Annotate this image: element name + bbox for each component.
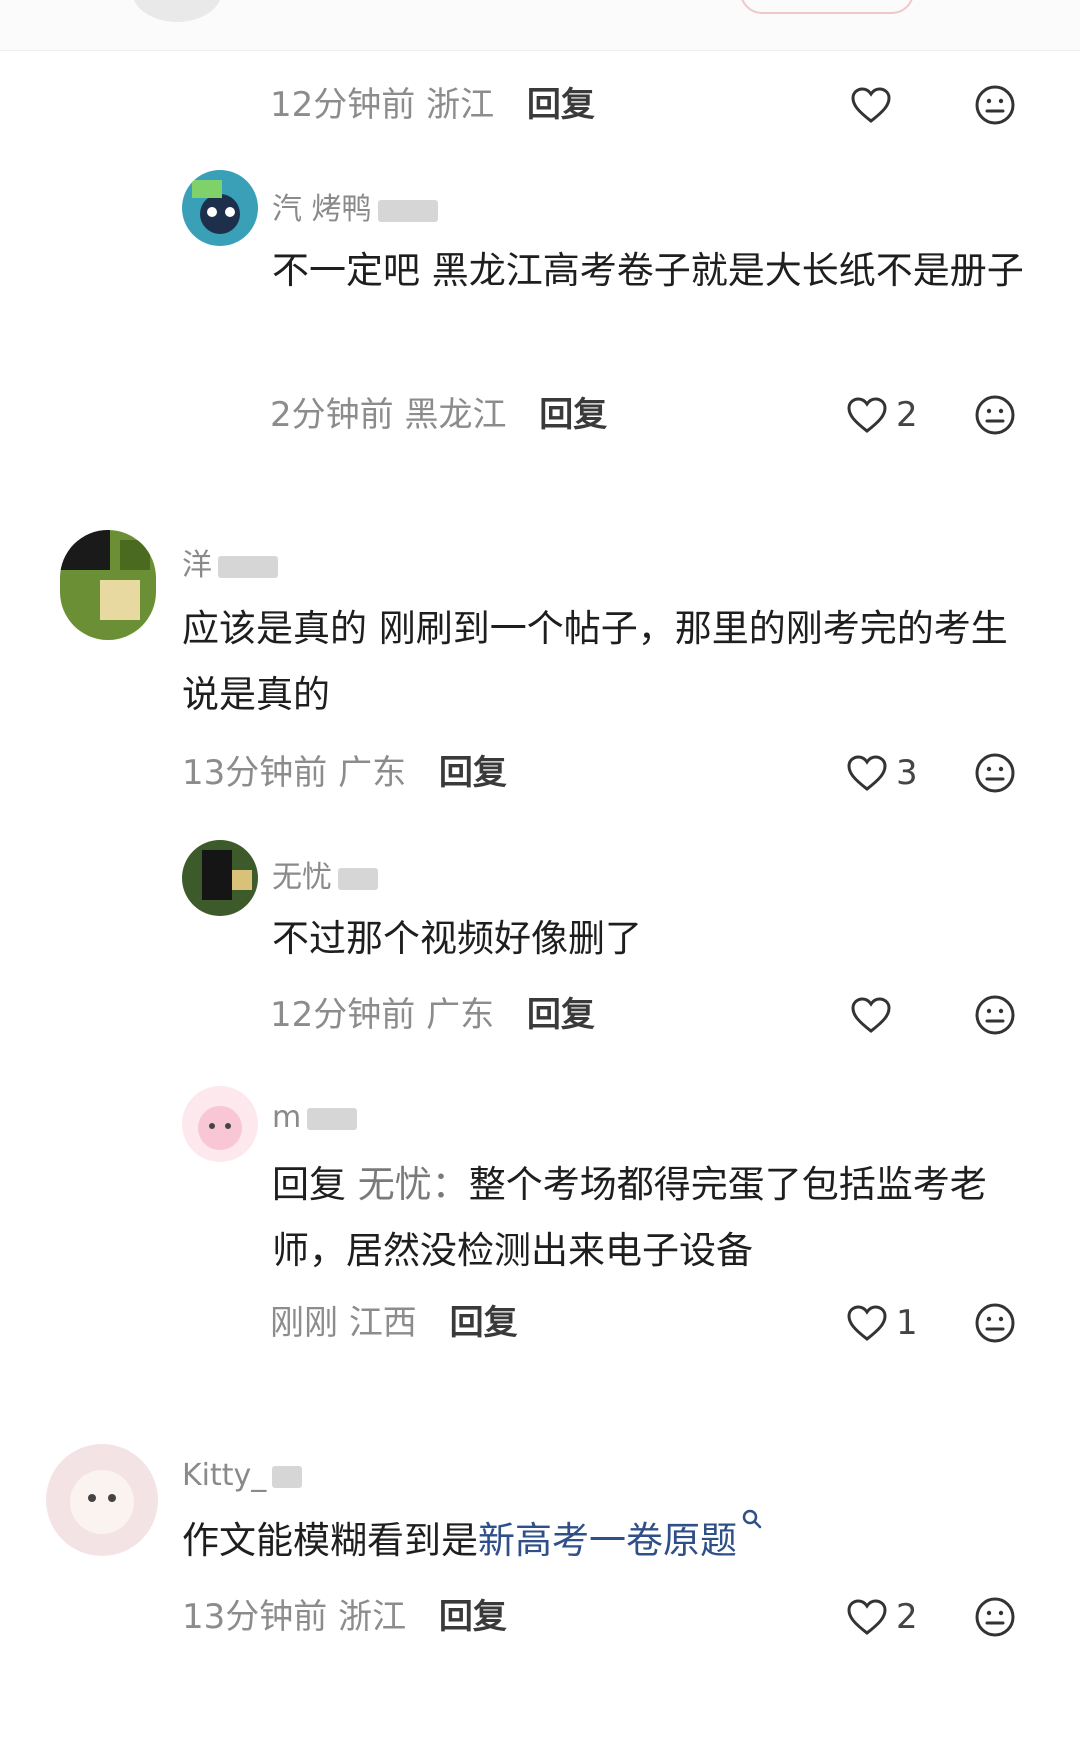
comment-region: 黑龙江 bbox=[404, 395, 507, 435]
comment-time: 12分钟前 bbox=[270, 995, 416, 1035]
search-link[interactable]: 新高考一卷原题 bbox=[478, 1519, 737, 1562]
like-button[interactable]: 2 bbox=[846, 1592, 918, 1642]
avatar[interactable] bbox=[182, 170, 258, 246]
comment-body: 作文能模糊看到是 bbox=[182, 1519, 478, 1562]
heart-outline-icon bbox=[847, 397, 887, 433]
comment-meta: 刚刚 江西 回复 bbox=[270, 1298, 518, 1348]
comment-region: 浙江 bbox=[426, 85, 495, 125]
like-button[interactable]: 3 bbox=[846, 748, 918, 798]
heart-outline-icon bbox=[851, 87, 891, 123]
comment-text: 作文能模糊看到是新高考一卷原题 bbox=[182, 1508, 1042, 1574]
avatar[interactable] bbox=[182, 840, 258, 916]
neutral-face-icon[interactable] bbox=[974, 394, 1016, 436]
reply-button[interactable]: 回复 bbox=[439, 1597, 507, 1637]
neutral-face-icon[interactable] bbox=[974, 752, 1016, 794]
comment-region: 广东 bbox=[338, 753, 407, 793]
comment-time: 13分钟前 bbox=[182, 1597, 328, 1637]
avatar[interactable] bbox=[182, 1086, 258, 1162]
username[interactable]: m bbox=[272, 1100, 358, 1135]
heart-outline-icon bbox=[847, 755, 887, 791]
like-count: 2 bbox=[896, 395, 918, 435]
reply-to-user[interactable]: 无忧： bbox=[358, 1163, 469, 1206]
neutral-face-icon[interactable] bbox=[974, 84, 1016, 126]
comment-meta: 12分钟前 广东 回复 bbox=[270, 990, 595, 1040]
comment-time: 2分钟前 bbox=[270, 395, 394, 435]
comment-meta: 2分钟前 黑龙江 回复 bbox=[270, 390, 607, 440]
username[interactable]: 汽 烤鸭 bbox=[272, 184, 438, 228]
neutral-face-icon[interactable] bbox=[974, 1596, 1016, 1638]
comment-time: 12分钟前 bbox=[270, 85, 416, 125]
heart-outline-icon bbox=[847, 1599, 887, 1635]
like-count: 1 bbox=[896, 1303, 918, 1343]
comment-meta: 12分钟前 浙江 回复 bbox=[270, 80, 595, 130]
username[interactable]: 无忧 bbox=[272, 852, 378, 896]
like-button[interactable] bbox=[850, 990, 900, 1040]
comment-time: 13分钟前 bbox=[182, 753, 328, 793]
previous-comment-strip bbox=[0, 0, 1080, 51]
reply-button[interactable]: 回复 bbox=[527, 995, 595, 1035]
comment-meta: 13分钟前 浙江 回复 bbox=[182, 1592, 507, 1642]
avatar[interactable] bbox=[46, 1444, 158, 1556]
reply-button[interactable]: 回复 bbox=[450, 1303, 518, 1343]
search-icon[interactable] bbox=[741, 1508, 763, 1530]
comment-region: 江西 bbox=[348, 1303, 417, 1343]
comment-text: 回复 无忧：整个考场都得完蛋了包括监考老师，居然没检测出来电子设备 bbox=[272, 1152, 1032, 1284]
comment-text: 不一定吧 黑龙江高考卷子就是大长纸不是册子 bbox=[272, 249, 1024, 292]
reply-button[interactable]: 回复 bbox=[539, 395, 607, 435]
neutral-face-icon[interactable] bbox=[974, 1302, 1016, 1344]
avatar[interactable] bbox=[132, 0, 222, 22]
like-button[interactable]: 2 bbox=[846, 390, 918, 440]
comment-region: 广东 bbox=[426, 995, 495, 1035]
heart-outline-icon bbox=[847, 1305, 887, 1341]
comment-text: 应该是真的 刚刷到一个帖子，那里的刚考完的考生说是真的 bbox=[182, 607, 1008, 716]
comment-meta: 13分钟前 广东 回复 bbox=[182, 748, 507, 798]
reply-prefix: 回复 bbox=[272, 1163, 346, 1206]
comment-region: 浙江 bbox=[338, 1597, 407, 1637]
like-button[interactable]: 1 bbox=[846, 1298, 918, 1348]
username[interactable]: Kitty_ bbox=[182, 1458, 303, 1493]
avatar[interactable] bbox=[60, 530, 156, 640]
like-count: 3 bbox=[896, 753, 918, 793]
comment-text: 不过那个视频好像删了 bbox=[272, 917, 642, 960]
comment-time: 刚刚 bbox=[270, 1303, 338, 1343]
like-button[interactable] bbox=[850, 80, 900, 130]
username[interactable]: 洋 bbox=[182, 540, 278, 584]
neutral-face-icon[interactable] bbox=[974, 994, 1016, 1036]
heart-outline-icon bbox=[851, 997, 891, 1033]
reply-button[interactable]: 回复 bbox=[527, 85, 595, 125]
reply-button[interactable]: 回复 bbox=[439, 753, 507, 793]
like-count: 2 bbox=[896, 1597, 918, 1637]
follow-button[interactable] bbox=[740, 0, 914, 14]
